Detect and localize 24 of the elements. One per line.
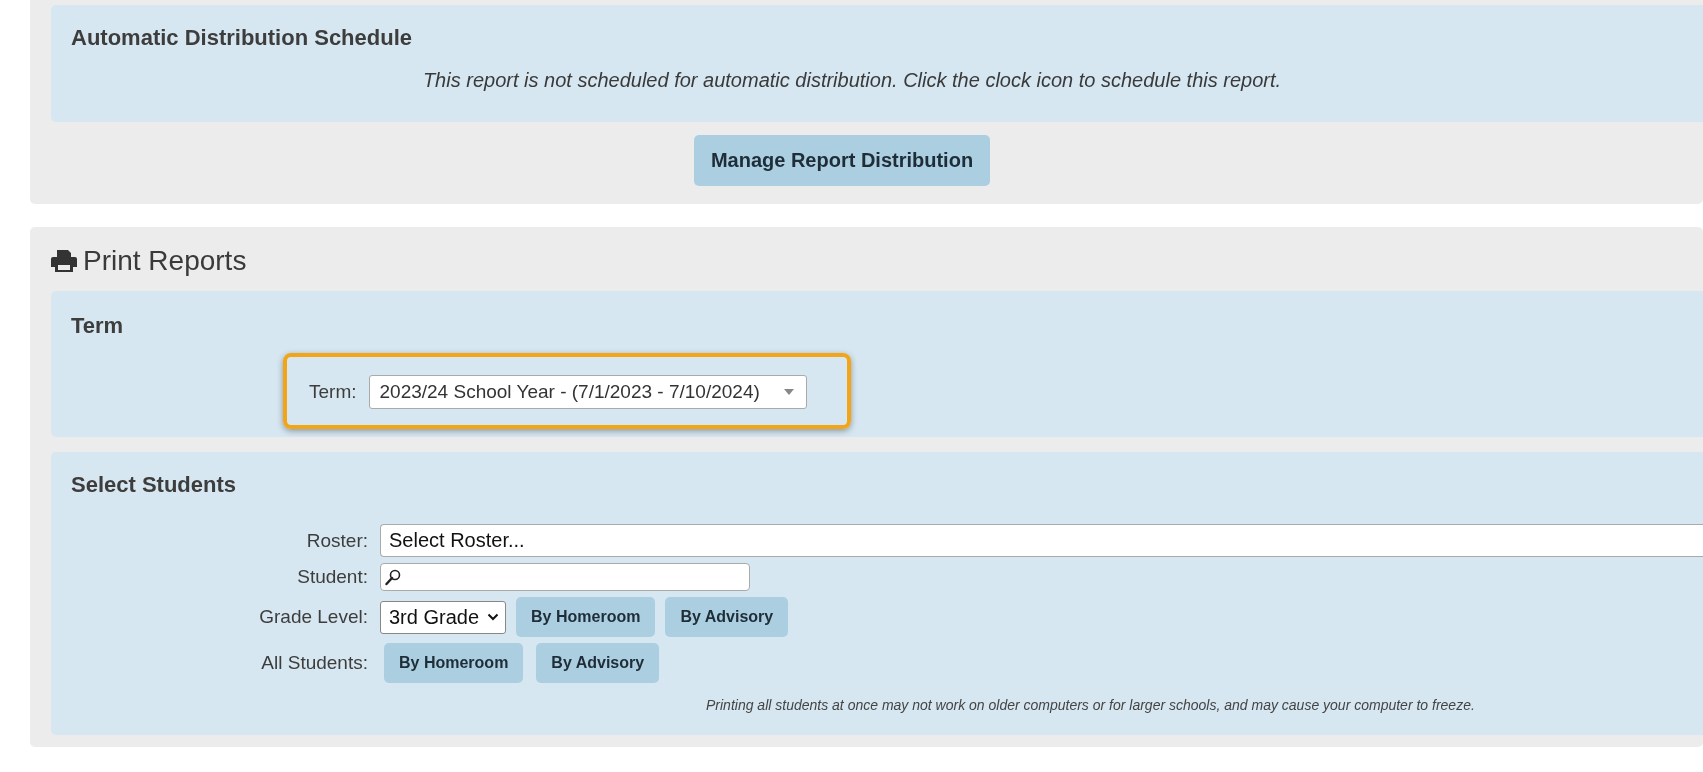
search-icon [385,568,401,586]
filter-button[interactable]: By Advisory [665,597,789,637]
chevron-down-icon [487,613,500,621]
field-label: Student: [296,566,368,588]
section-title: Automatic Distribution Schedule [71,25,414,51]
field-label: Roster: [305,529,368,552]
field-label: Grade Level: [258,606,368,628]
panel-title: Print Reports [83,245,247,277]
manage-distribution-button[interactable]: Manage Report Distribution [693,135,991,186]
grade-level-select[interactable]: 3rd Grade [380,600,507,634]
term-select[interactable]: 2023/24 School Year - (7/1/2023 - 7/10/2024) [368,375,807,409]
filter-button[interactable]: By Homeroom [384,643,524,683]
schedule-message: This report is not scheduled for automatic distribution. Click the clock icon to schedule this report. [421,69,1283,92]
warning-note: Printing all students at once may not work on older computers or for larger schools, and may cause your computer to freeze. [706,697,1476,713]
filter-button[interactable]: By Homeroom [516,597,656,637]
field-label: Term: [309,381,357,403]
filter-button[interactable]: By Advisory [536,643,660,683]
section-title: Term [71,313,125,339]
printer-icon [51,249,77,273]
roster-select[interactable]: Select Roster... [380,524,1703,557]
caret-icon [783,389,794,395]
student-search-field[interactable] [380,563,750,591]
section-title: Select Students [71,472,238,498]
field-label: All Students: [260,652,368,674]
